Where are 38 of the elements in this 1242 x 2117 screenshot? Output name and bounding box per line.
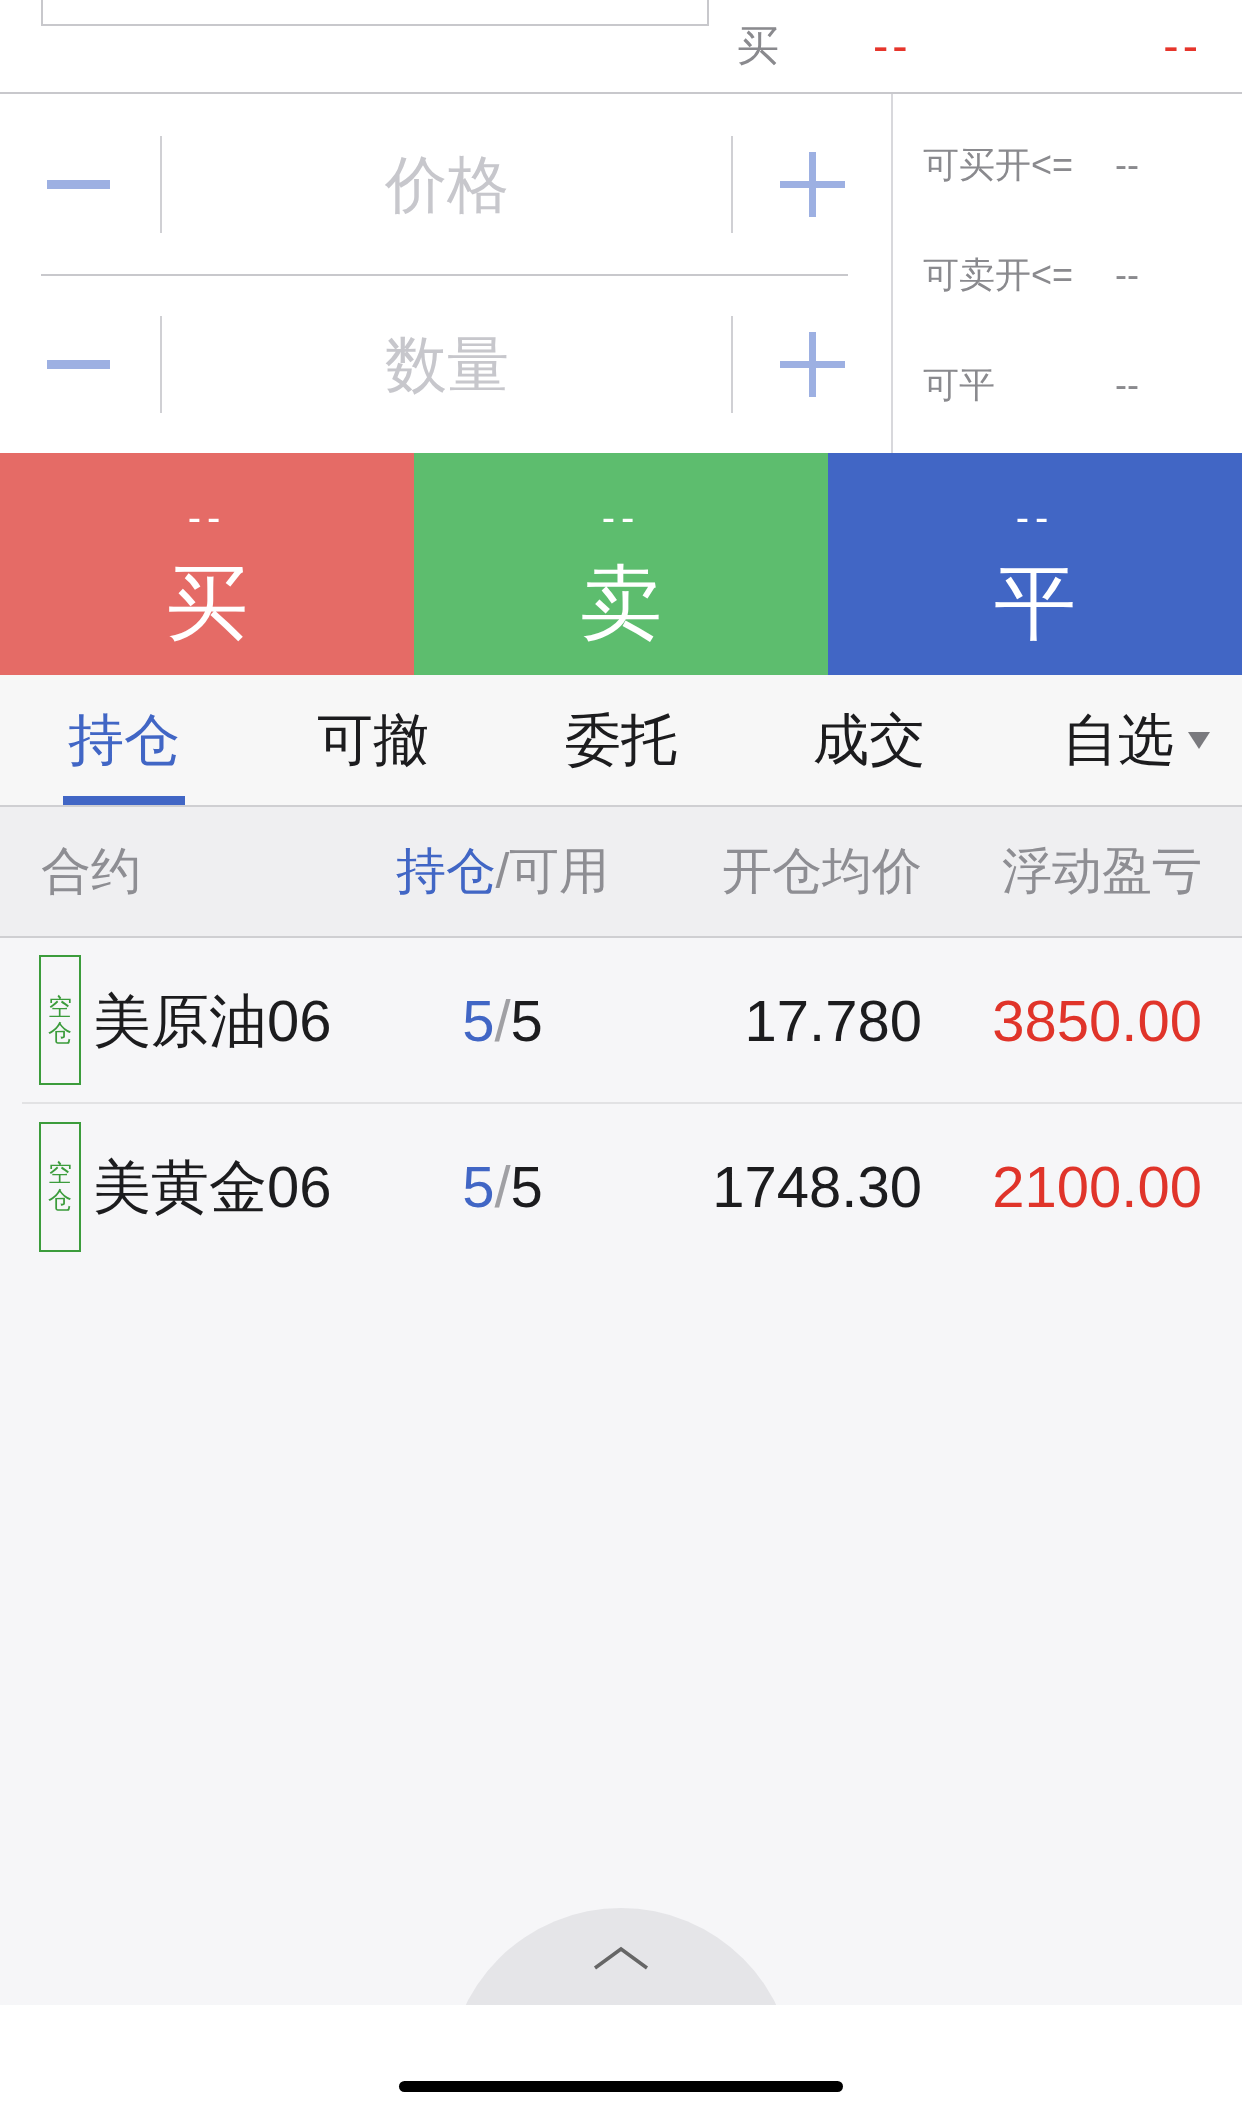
price-cell-text: 1748.30 [711, 1153, 922, 1221]
limit-value: -- [1115, 363, 1139, 407]
order-input-field[interactable]: 价格 [160, 135, 733, 233]
tab[interactable]: 成交 [745, 675, 994, 805]
limit-value: -- [1115, 143, 1139, 187]
position-tag: 空仓 [39, 1121, 81, 1252]
tab[interactable]: 委托 [496, 675, 746, 805]
quote-label: 买 [737, 25, 780, 67]
column-header: 合约 [40, 842, 142, 901]
quote-value: -- [873, 23, 912, 69]
tab[interactable]: 可撤 [248, 675, 497, 805]
order-input-field[interactable]: 数量 [160, 316, 733, 413]
column-header: 浮动盈亏 [1001, 842, 1202, 901]
limit-label: 可买开<= [923, 143, 1075, 187]
limit-label: 可卖开<= [923, 253, 1075, 297]
position-tag: 空仓 [39, 955, 81, 1085]
holding-cell-text: 5/5 [461, 1153, 544, 1221]
pnl-cell-text: 2100.00 [991, 1153, 1202, 1221]
limit-label: 可平 [923, 363, 996, 407]
trade-button[interactable]: -- 买 [0, 453, 414, 675]
column-toggle[interactable]: 可用 [509, 843, 610, 899]
input-field[interactable] [41, 0, 709, 26]
contract-name: 美原油06 [93, 986, 332, 1055]
pnl-cell-text: 3850.00 [991, 986, 1202, 1055]
trade-button[interactable]: -- 平 [828, 453, 1242, 675]
column-header: 开仓均价 [721, 842, 922, 901]
price-cell-text: 17.780 [743, 986, 922, 1055]
tab[interactable]: 自选 [993, 675, 1242, 805]
plus-icon[interactable] [780, 151, 845, 217]
chevron-up-icon [593, 1946, 649, 1970]
minus-icon[interactable] [47, 179, 110, 189]
separator-text: / [495, 843, 510, 899]
plus-icon[interactable] [780, 332, 845, 397]
quote-value: -- [1163, 23, 1202, 69]
column-toggle[interactable]: 持仓 [395, 843, 496, 899]
contract-name: 美黄金06 [93, 1153, 332, 1221]
holding-cell-text: 5/5 [461, 986, 544, 1055]
limit-value: -- [1115, 253, 1139, 297]
